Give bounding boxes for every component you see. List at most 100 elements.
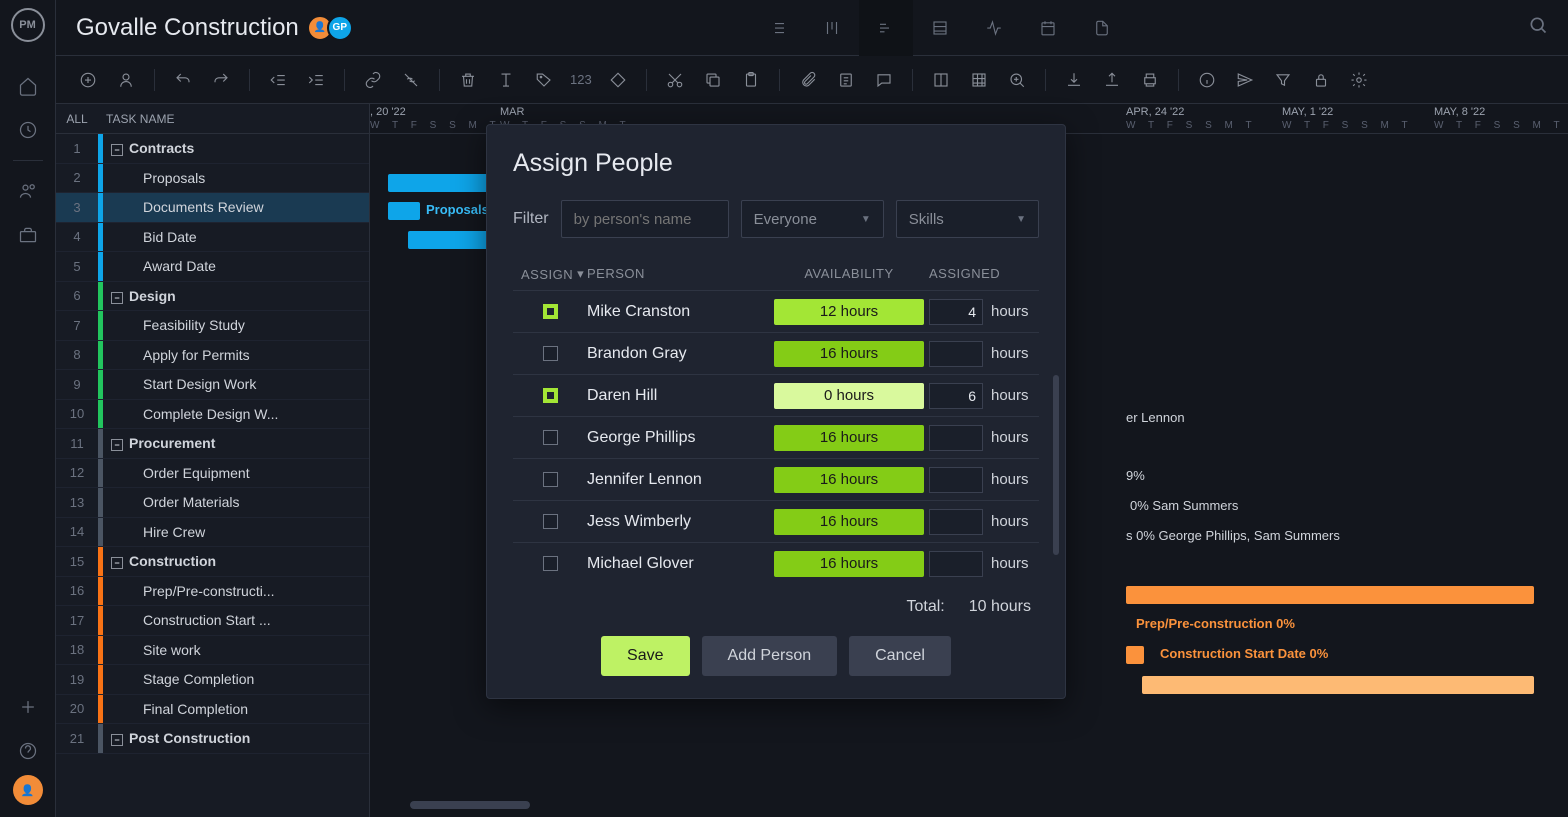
col-person[interactable]: PERSON — [587, 266, 769, 282]
hours-input[interactable] — [929, 509, 983, 535]
col-assigned[interactable]: ASSIGNED — [929, 266, 1039, 282]
task-row[interactable]: 13 Order Materials — [56, 488, 369, 518]
gantt-bar[interactable] — [1126, 586, 1534, 604]
assign-checkbox[interactable] — [543, 388, 558, 403]
col-assign[interactable]: ASSIGN▾ — [513, 266, 587, 282]
add-person-button[interactable]: Add Person — [702, 636, 838, 676]
task-row[interactable]: 19 Stage Completion — [56, 665, 369, 695]
add-icon[interactable] — [72, 64, 104, 96]
avatar-group[interactable]: 👤 GP — [313, 15, 353, 41]
task-row[interactable]: 8 Apply for Permits — [56, 341, 369, 371]
gantt-bar[interactable] — [388, 202, 420, 220]
grid-icon[interactable] — [963, 64, 995, 96]
cancel-button[interactable]: Cancel — [849, 636, 951, 676]
task-row[interactable]: 16 Prep/Pre-constructi... — [56, 577, 369, 607]
avatar[interactable]: GP — [327, 15, 353, 41]
task-row[interactable]: 17 Construction Start ... — [56, 606, 369, 636]
search-icon[interactable] — [1528, 15, 1548, 40]
filter-name-input[interactable] — [561, 200, 729, 238]
redo-icon[interactable] — [205, 64, 237, 96]
task-row[interactable]: 10 Complete Design W... — [56, 400, 369, 430]
collapse-icon[interactable]: − — [111, 292, 123, 304]
plus-icon[interactable] — [8, 687, 48, 727]
hours-input[interactable] — [929, 341, 983, 367]
task-row[interactable]: 15 −Construction — [56, 547, 369, 577]
import-icon[interactable] — [1058, 64, 1090, 96]
assign-checkbox[interactable] — [543, 430, 558, 445]
col-availability[interactable]: AVAILABILITY — [769, 266, 929, 282]
save-button[interactable]: Save — [601, 636, 689, 676]
info-icon[interactable] — [1191, 64, 1223, 96]
lock-icon[interactable] — [1305, 64, 1337, 96]
modal-scrollbar[interactable] — [1053, 375, 1059, 555]
assign-checkbox[interactable] — [543, 346, 558, 361]
task-row[interactable]: 9 Start Design Work — [56, 370, 369, 400]
filter-icon[interactable] — [1267, 64, 1299, 96]
gantt-bar[interactable] — [1126, 646, 1144, 664]
task-row[interactable]: 1 −Contracts — [56, 134, 369, 164]
task-row[interactable]: 5 Award Date — [56, 252, 369, 282]
trash-icon[interactable] — [452, 64, 484, 96]
columns-icon[interactable] — [925, 64, 957, 96]
task-row[interactable]: 2 Proposals — [56, 164, 369, 194]
outdent-icon[interactable] — [262, 64, 294, 96]
task-row[interactable]: 3 Documents Review — [56, 193, 369, 223]
collapse-icon[interactable]: − — [111, 439, 123, 451]
home-icon[interactable] — [8, 66, 48, 106]
people-icon[interactable] — [8, 171, 48, 211]
user-avatar[interactable]: 👤 — [13, 775, 43, 805]
diamond-icon[interactable] — [602, 64, 634, 96]
text-icon[interactable] — [490, 64, 522, 96]
link-icon[interactable] — [357, 64, 389, 96]
assign-checkbox[interactable] — [543, 514, 558, 529]
task-row[interactable]: 6 −Design — [56, 282, 369, 312]
collapse-icon[interactable]: − — [111, 557, 123, 569]
export-icon[interactable] — [1096, 64, 1128, 96]
gear-icon[interactable] — [1343, 64, 1375, 96]
task-row[interactable]: 21 −Post Construction — [56, 724, 369, 754]
view-list-icon[interactable] — [751, 0, 805, 56]
unlink-icon[interactable] — [395, 64, 427, 96]
view-gantt-icon[interactable] — [859, 0, 913, 56]
collapse-icon[interactable]: − — [111, 144, 123, 156]
view-sheet-icon[interactable] — [913, 0, 967, 56]
print-icon[interactable] — [1134, 64, 1166, 96]
cut-icon[interactable] — [659, 64, 691, 96]
hours-input[interactable] — [929, 299, 983, 325]
horizontal-scrollbar[interactable] — [410, 801, 530, 809]
assign-checkbox[interactable] — [543, 304, 558, 319]
undo-icon[interactable] — [167, 64, 199, 96]
task-row[interactable]: 12 Order Equipment — [56, 459, 369, 489]
tag-icon[interactable] — [528, 64, 560, 96]
briefcase-icon[interactable] — [8, 215, 48, 255]
view-file-icon[interactable] — [1075, 0, 1129, 56]
filter-skills-select[interactable]: Skills▼ — [896, 200, 1039, 238]
task-row[interactable]: 14 Hire Crew — [56, 518, 369, 548]
copy-icon[interactable] — [697, 64, 729, 96]
filter-everyone-select[interactable]: Everyone▼ — [741, 200, 884, 238]
clock-icon[interactable] — [8, 110, 48, 150]
task-row[interactable]: 4 Bid Date — [56, 223, 369, 253]
indent-icon[interactable] — [300, 64, 332, 96]
assign-checkbox[interactable] — [543, 472, 558, 487]
task-row[interactable]: 11 −Procurement — [56, 429, 369, 459]
view-activity-icon[interactable] — [967, 0, 1021, 56]
task-row[interactable]: 7 Feasibility Study — [56, 311, 369, 341]
assign-icon[interactable] — [110, 64, 142, 96]
hours-input[interactable] — [929, 551, 983, 577]
hours-input[interactable] — [929, 383, 983, 409]
view-board-icon[interactable] — [805, 0, 859, 56]
zoom-icon[interactable] — [1001, 64, 1033, 96]
col-taskname[interactable]: TASK NAME — [98, 112, 369, 126]
paste-icon[interactable] — [735, 64, 767, 96]
comment-icon[interactable] — [868, 64, 900, 96]
send-icon[interactable] — [1229, 64, 1261, 96]
attach-icon[interactable] — [792, 64, 824, 96]
hours-input[interactable] — [929, 425, 983, 451]
task-row[interactable]: 20 Final Completion — [56, 695, 369, 725]
gantt-bar[interactable] — [1142, 676, 1534, 694]
hours-input[interactable] — [929, 467, 983, 493]
note-icon[interactable] — [830, 64, 862, 96]
task-row[interactable]: 18 Site work — [56, 636, 369, 666]
help-icon[interactable] — [8, 731, 48, 771]
